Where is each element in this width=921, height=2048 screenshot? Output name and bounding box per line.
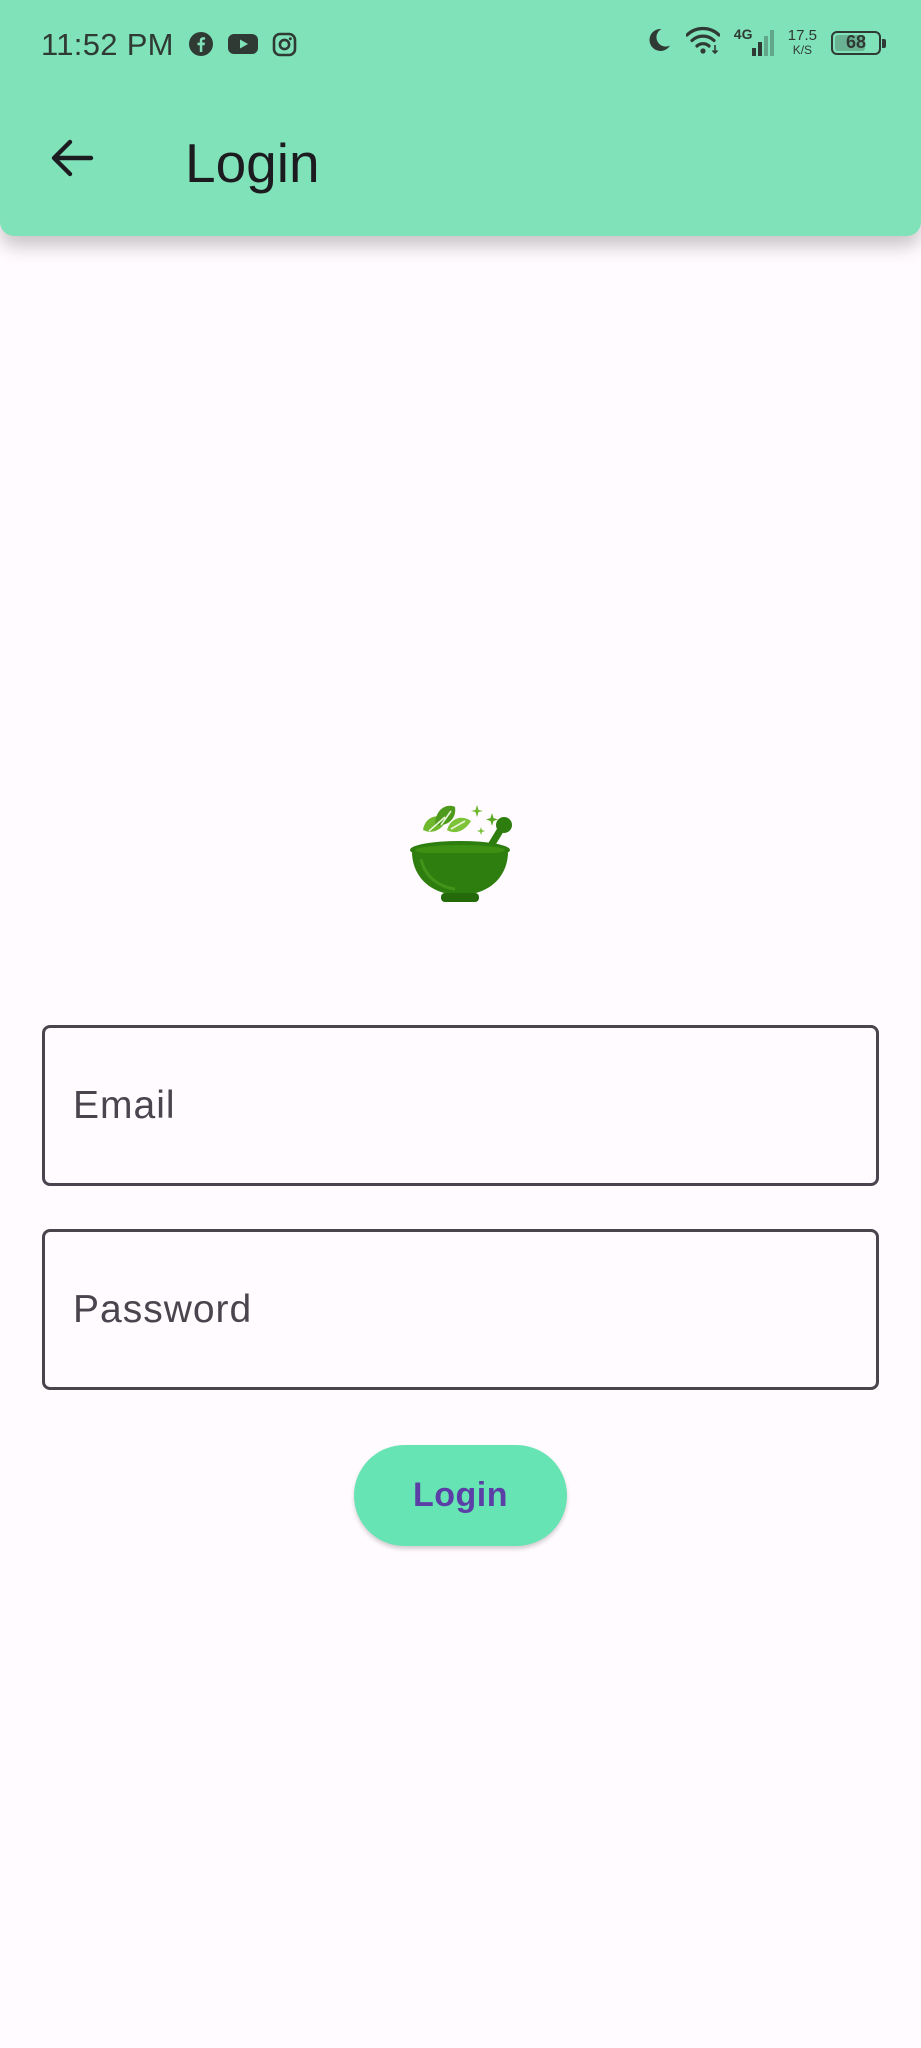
battery-icon: 68 (831, 30, 886, 55)
net-speed-unit: K/S (792, 42, 813, 57)
wifi-icon (685, 26, 721, 59)
login-button[interactable]: Login (354, 1445, 567, 1546)
status-time: 11:52 PM (41, 27, 174, 62)
status-bar: 11:52 PM 4G 17.5 K/S 68 (0, 0, 921, 92)
app-logo (405, 795, 525, 915)
net-speed: 17.5 K/S (787, 26, 817, 57)
arrow-left-icon (49, 135, 95, 186)
instagram-icon (272, 32, 297, 62)
app-bar: Login (0, 92, 921, 236)
notification-icons (188, 31, 297, 62)
battery-level: 68 (845, 32, 867, 52)
facebook-icon (188, 31, 214, 62)
back-button[interactable] (34, 122, 110, 198)
system-status-icons: 4G 17.5 K/S 68 (646, 26, 886, 59)
password-field[interactable]: Password (42, 1229, 879, 1390)
password-label: Password (73, 1287, 253, 1331)
email-label: Email (73, 1083, 176, 1127)
login-button-label: Login (412, 1476, 509, 1514)
cellular-signal-icon: 4G (734, 26, 774, 58)
net-speed-value: 17.5 (787, 26, 817, 44)
app-header: 11:52 PM 4G 17.5 K/S 68 Login (0, 0, 921, 236)
page-title: Login (185, 132, 320, 194)
mortar-pestle-herbs-icon (410, 805, 512, 902)
email-field[interactable]: Email (42, 1025, 879, 1186)
moon-icon (646, 27, 672, 58)
youtube-icon (228, 33, 258, 60)
